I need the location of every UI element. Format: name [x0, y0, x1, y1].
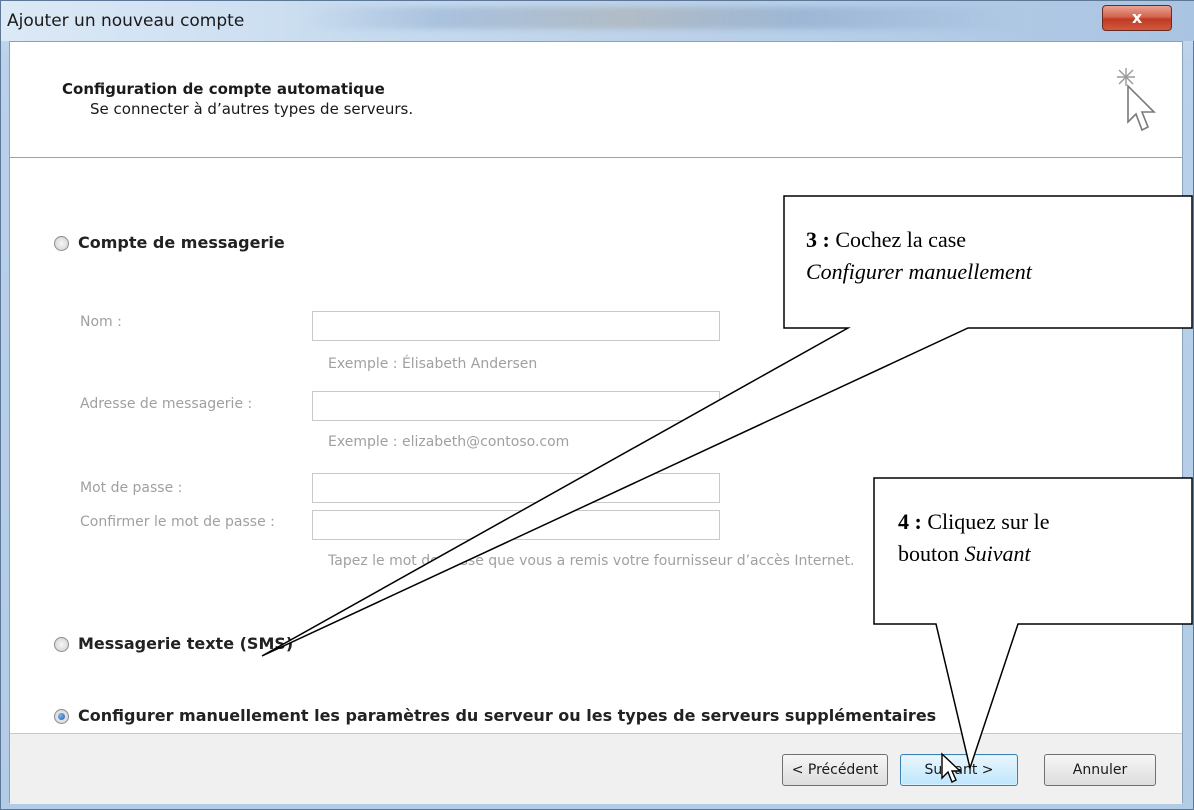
callout-4-text2: bouton	[898, 541, 960, 566]
window-title: Ajouter un nouveau compte	[7, 11, 245, 31]
name-field[interactable]	[312, 311, 720, 341]
password-field[interactable]	[312, 473, 720, 503]
header-title: Configuration de compte automatique	[62, 80, 385, 98]
dialog-window: Ajouter un nouveau compte x Configuratio…	[0, 0, 1194, 810]
close-button[interactable]: x	[1102, 5, 1172, 31]
title-bar-background	[301, 7, 1021, 29]
email-address-field[interactable]	[312, 391, 720, 421]
title-bar[interactable]: Ajouter un nouveau compte x	[1, 1, 1194, 41]
callout-3-text: Cochez la case	[835, 227, 967, 252]
manual-config-label[interactable]: Configurer manuellement les paramètres d…	[78, 706, 936, 725]
dialog-client-area: Configuration de compte automatique Se c…	[9, 41, 1183, 804]
email-account-label[interactable]: Compte de messagerie	[78, 233, 285, 252]
header-subtitle: Se connecter à d’autres types de serveur…	[90, 100, 414, 118]
back-button[interactable]: < Précédent	[782, 754, 888, 786]
callout-step-4: 4 : Cliquez sur le bouton Suivant	[898, 506, 1188, 570]
confirm-password-field[interactable]	[312, 510, 720, 540]
callout-3-number: 3 :	[806, 227, 830, 252]
email-address-hint: Exemple : elizabeth@contoso.com	[328, 434, 570, 450]
dialog-footer: < Précédent Suivant > Annuler	[10, 733, 1182, 804]
mouse-pointer-icon	[941, 752, 962, 783]
cursor-sparkle-icon	[1117, 68, 1156, 132]
email-address-label: Adresse de messagerie :	[80, 396, 253, 412]
callout-3-emphasis: Configurer manuellement	[806, 259, 1032, 284]
password-hint: Tapez le mot de passe que vous a remis v…	[328, 553, 855, 569]
sms-label[interactable]: Messagerie texte (SMS)	[78, 634, 293, 653]
name-label: Nom :	[80, 314, 122, 330]
manual-config-radio[interactable]	[54, 709, 69, 724]
confirm-password-label: Confirmer le mot de passe :	[80, 514, 275, 530]
dialog-header: Configuration de compte automatique Se c…	[10, 42, 1182, 158]
sms-radio[interactable]	[54, 637, 69, 652]
email-account-radio[interactable]	[54, 236, 69, 251]
callout-4-number: 4 :	[898, 509, 922, 534]
cancel-button[interactable]: Annuler	[1044, 754, 1156, 786]
callout-step-3: 3 : Cochez la case Configurer manuelleme…	[806, 224, 1186, 288]
password-label: Mot de passe :	[80, 480, 183, 496]
callout-4-text: Cliquez sur le	[927, 509, 1050, 534]
callout-4-emphasis: Suivant	[964, 541, 1031, 566]
name-hint: Exemple : Élisabeth Andersen	[328, 356, 538, 372]
